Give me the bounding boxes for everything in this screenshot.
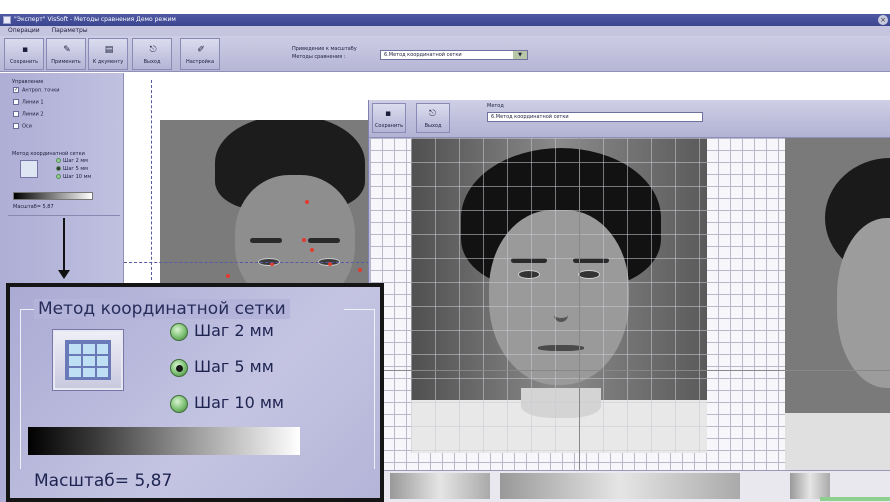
face-photo-3[interactable]	[785, 138, 890, 470]
save-button[interactable]: ▪ Сохранить	[4, 38, 44, 70]
exit-icon: ⎋	[149, 45, 157, 55]
window-title: "Эксперт" VisSoft - Методы сравнения Дем…	[14, 16, 176, 23]
scale-label: Приведение к масштабу	[292, 46, 357, 52]
guide-line-vertical	[151, 80, 152, 280]
radio-step-5mm[interactable]: Шаг 5 мм	[170, 357, 274, 377]
small-radio-step-5[interactable]: Шаг 5 мм	[56, 166, 88, 172]
grid-icon[interactable]	[20, 160, 38, 178]
method-select[interactable]: 6.Метод координатной сетки ▼	[380, 50, 528, 60]
horizontal-scrollbar[interactable]	[820, 497, 890, 501]
chevron-down-icon[interactable]: ▼	[513, 51, 527, 59]
anthrop-point[interactable]	[226, 274, 230, 278]
apply-icon: ✎	[63, 45, 71, 55]
scale-text: Масштаб= 5,87	[34, 471, 173, 491]
panel-separator	[8, 215, 120, 216]
floppy-icon: ▪	[21, 45, 29, 55]
grid-method-button[interactable]	[52, 329, 124, 391]
exit-icon: ⎋	[429, 109, 437, 119]
method-select-value: 6.Метод координатной сетки	[384, 52, 462, 58]
checkbox-icon[interactable]	[13, 111, 19, 117]
radio-step-10mm[interactable]: Шаг 10 мм	[170, 393, 284, 413]
comparison-save-button[interactable]: ▪ Сохранить	[372, 103, 406, 133]
anthrop-point[interactable]	[302, 238, 306, 242]
apply-button[interactable]: ✎ Применить	[46, 38, 86, 70]
small-scale-text: Масштаб= 5,87	[13, 204, 54, 210]
grid-method-title-small: Метод координатной сетки	[12, 151, 85, 157]
document-icon: ▤	[104, 45, 114, 55]
radio-icon[interactable]	[56, 158, 61, 163]
small-radio-step-2[interactable]: Шаг 2 мм	[56, 158, 88, 164]
anthrop-point[interactable]	[310, 248, 314, 252]
compare-labels: Приведение к масштабу Методы сравнения :	[292, 45, 357, 61]
checkbox-icon[interactable]	[13, 123, 19, 129]
settings-button[interactable]: ✐ Настройка	[180, 38, 220, 70]
small-brightness-gradient[interactable]	[13, 192, 93, 200]
anthrop-point[interactable]	[305, 200, 309, 204]
crosshair-horizontal	[370, 370, 890, 371]
floppy-icon: ▪	[385, 109, 392, 119]
grid-icon	[65, 340, 111, 380]
title-bar: "Эксперт" VisSoft - Методы сравнения Дем…	[0, 14, 890, 26]
crosshair-vertical	[579, 138, 580, 470]
check-anthrop-points[interactable]: ✓ Антроп. точки	[13, 87, 59, 95]
check-axes[interactable]: Оси	[13, 123, 32, 131]
callout-line	[63, 218, 65, 276]
brightness-gradient[interactable]	[28, 427, 300, 455]
radio-icon[interactable]	[170, 394, 188, 413]
menu-parameters[interactable]: Параметры	[52, 27, 88, 34]
control-group-title: Управление	[12, 79, 44, 85]
exit-button[interactable]: ⎋ Выход	[132, 38, 172, 70]
checkbox-icon[interactable]	[13, 99, 19, 105]
comparison-method-field[interactable]: 6.Метод координатной сетки	[487, 112, 703, 122]
close-icon[interactable]: ×	[878, 15, 888, 25]
to-document-button[interactable]: ▤ К дкументу	[88, 38, 128, 70]
app-icon	[3, 16, 11, 24]
comparison-method-label: Метод	[487, 103, 504, 109]
menu-bar: Операции Параметры	[0, 26, 890, 36]
guide-line-horizontal	[124, 262, 369, 263]
menu-operations[interactable]: Операции	[8, 27, 40, 34]
small-radio-step-10[interactable]: Шаг 10 мм	[56, 174, 91, 180]
grid-method-title: Метод координатной сетки	[34, 299, 290, 319]
photo-grid-overlay	[411, 138, 707, 453]
compare-methods-label: Методы сравнения :	[292, 54, 346, 60]
anthrop-point[interactable]	[358, 268, 362, 272]
radio-icon[interactable]	[170, 322, 188, 341]
radio-selected-icon[interactable]	[56, 166, 61, 171]
comparison-toolbar: ▪ Сохранить ⎋ Выход Метод 6.Метод коорди…	[369, 100, 890, 138]
face-photo-1[interactable]	[160, 120, 369, 285]
check-lines-1[interactable]: Линии 1	[13, 99, 44, 107]
check-lines-2[interactable]: Линии 2	[13, 111, 44, 119]
radio-selected-icon[interactable]	[170, 358, 188, 377]
arrow-down-icon	[58, 270, 70, 279]
comparison-exit-button[interactable]: ⎋ Выход	[416, 103, 450, 133]
radio-icon[interactable]	[56, 174, 61, 179]
thumbnail-strip[interactable]	[370, 470, 890, 502]
radio-step-2mm[interactable]: Шаг 2 мм	[170, 321, 274, 341]
settings-icon: ✐	[197, 45, 205, 55]
zoomed-grid-method-panel: Метод координатной сетки Шаг 2 мм Шаг 5 …	[6, 283, 384, 502]
checkbox-checked-icon[interactable]: ✓	[13, 87, 19, 93]
comparison-window: ▪ Сохранить ⎋ Выход Метод 6.Метод коорди…	[368, 100, 890, 502]
